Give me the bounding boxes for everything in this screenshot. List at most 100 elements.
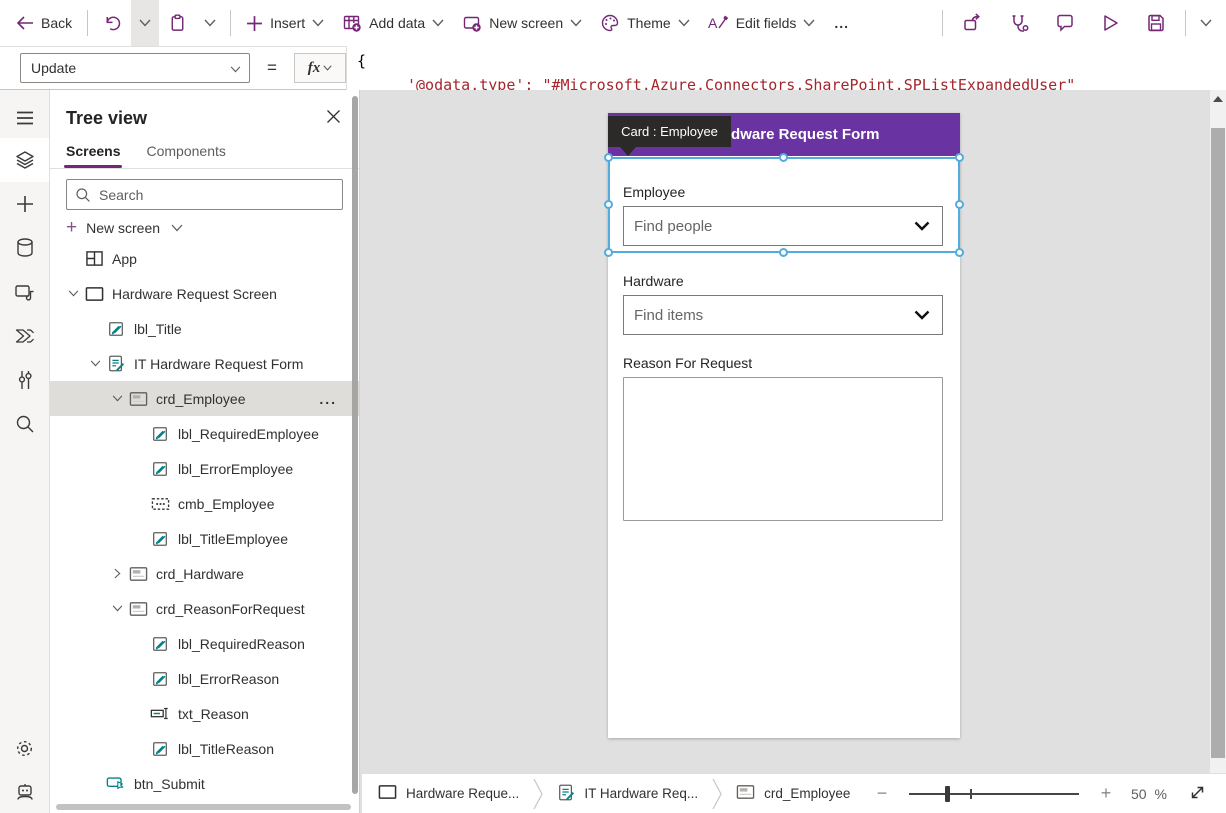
- tree-item-label: crd_Hardware: [156, 566, 244, 582]
- theme-button[interactable]: Theme: [591, 0, 699, 46]
- new-screen-tree-label: New screen: [86, 220, 160, 236]
- media-icon[interactable]: [0, 270, 49, 314]
- app-checker-icon: [1009, 13, 1029, 34]
- back-arrow-icon: [16, 16, 34, 30]
- chevron-down-icon[interactable]: [106, 395, 128, 402]
- zoom-value: 50: [1131, 786, 1147, 802]
- preview-button[interactable]: [1088, 0, 1133, 46]
- back-button[interactable]: Back: [0, 0, 81, 46]
- tree-item[interactable]: lbl_ErrorReason: [50, 661, 359, 696]
- fx-label: fx: [308, 60, 321, 77]
- paste-dropdown-button[interactable]: [196, 0, 224, 46]
- chevron-down-icon: [312, 19, 324, 27]
- tree-item[interactable]: lbl_RequiredReason: [50, 626, 359, 661]
- insert-rail-icon[interactable]: [0, 182, 49, 226]
- tree-item-label: lbl_Title: [134, 321, 182, 337]
- tree-item[interactable]: lbl_Title: [50, 311, 359, 346]
- toolbar-divider: [1185, 10, 1186, 36]
- zoom-slider-thumb[interactable]: [945, 786, 950, 802]
- add-data-button[interactable]: Add data: [333, 0, 453, 46]
- hardware-combobox[interactable]: Find items: [623, 295, 943, 335]
- share-button[interactable]: [949, 0, 996, 46]
- chevron-down-icon: [432, 19, 444, 27]
- tree-item[interactable]: App: [50, 241, 359, 276]
- toolbar-right-group: [936, 0, 1226, 46]
- tree-item[interactable]: lbl_TitleReason: [50, 731, 359, 766]
- tree-item-menu-button[interactable]: ...: [319, 391, 337, 407]
- virtual-agent-icon[interactable]: [0, 770, 49, 813]
- fit-to-window-button[interactable]: [1183, 784, 1212, 804]
- form-icon: [557, 783, 575, 805]
- tree-view-icon[interactable]: [0, 138, 49, 182]
- tree-item[interactable]: crd_Hardware: [50, 556, 359, 591]
- breadcrumb-form[interactable]: IT Hardware Req...: [543, 783, 712, 805]
- tree-vertical-scrollbar[interactable]: [352, 96, 358, 794]
- canvas-vertical-scrollbar[interactable]: [1210, 90, 1226, 773]
- tree-item[interactable]: Hardware Request Screen: [50, 276, 359, 311]
- data-icon[interactable]: [0, 226, 49, 270]
- chevron-down-icon: [570, 19, 582, 27]
- paste-button[interactable]: [159, 0, 196, 46]
- collapse-ribbon-button[interactable]: [1192, 0, 1226, 46]
- form-icon: [106, 354, 126, 374]
- new-screen-icon: [462, 13, 482, 33]
- tab-components[interactable]: Components: [146, 143, 225, 168]
- tree-item-label: lbl_RequiredEmployee: [178, 426, 319, 442]
- search-rail-icon[interactable]: [0, 402, 49, 446]
- employee-combobox[interactable]: Find people: [623, 206, 943, 246]
- comments-icon: [1055, 13, 1075, 33]
- tree-item[interactable]: cmb_Employee: [50, 486, 359, 521]
- form-control[interactable]: IT Hardware Request Form Employee Find p…: [608, 113, 960, 738]
- employee-combobox-placeholder: Find people: [634, 218, 712, 235]
- tree-item[interactable]: IT Hardware Request Form: [50, 346, 359, 381]
- tree-item[interactable]: txt_Reason: [50, 696, 359, 731]
- breadcrumb-card[interactable]: crd_Employee: [722, 784, 864, 803]
- zoom-in-button[interactable]: +: [1091, 783, 1121, 804]
- breadcrumb-screen[interactable]: Hardware Reque...: [362, 784, 533, 803]
- tree-item[interactable]: lbl_TitleEmployee: [50, 521, 359, 556]
- edit-fields-button[interactable]: A Edit fields: [699, 0, 825, 46]
- new-screen-button[interactable]: New screen: [453, 0, 591, 46]
- button-icon: [106, 774, 126, 794]
- tree-item[interactable]: btn_Submit: [50, 766, 359, 801]
- share-icon: [962, 13, 983, 33]
- formula-editor[interactable]: { '@odata.type': "#Microsoft.Azure.Conne…: [346, 46, 1226, 90]
- tree-item-label: Hardware Request Screen: [112, 286, 277, 302]
- tree-item[interactable]: lbl_RequiredEmployee: [50, 416, 359, 451]
- menu-icon[interactable]: [0, 96, 49, 140]
- undo-dropdown-button[interactable]: [131, 0, 159, 46]
- chevron-right-icon[interactable]: [106, 568, 128, 579]
- canvas-scrollbar-thumb[interactable]: [1211, 128, 1225, 758]
- insert-plus-icon: [246, 15, 263, 32]
- tab-screens[interactable]: Screens: [66, 143, 120, 168]
- search-input[interactable]: [99, 187, 334, 203]
- new-screen-tree-button[interactable]: + New screen: [66, 218, 359, 237]
- close-icon[interactable]: [326, 109, 341, 129]
- tree-item-label: App: [112, 251, 137, 267]
- tree-item[interactable]: crd_ReasonForRequest: [50, 591, 359, 626]
- save-button[interactable]: [1133, 0, 1179, 46]
- comments-button[interactable]: [1042, 0, 1088, 46]
- chevron-down-icon[interactable]: [106, 605, 128, 612]
- tree-item[interactable]: crd_Employee...: [50, 381, 359, 416]
- scroll-up-arrow-icon[interactable]: [1213, 96, 1223, 102]
- tree-horizontal-scrollbar[interactable]: [56, 804, 351, 810]
- property-dropdown[interactable]: Update: [20, 53, 250, 83]
- chevron-down-icon[interactable]: [62, 290, 84, 297]
- tree-item[interactable]: lbl_ErrorEmployee: [50, 451, 359, 486]
- power-automate-icon[interactable]: [0, 314, 49, 358]
- undo-button[interactable]: [94, 0, 131, 46]
- settings-gear-icon[interactable]: [0, 726, 49, 770]
- zoom-slider[interactable]: [909, 785, 1079, 803]
- reason-textarea[interactable]: [623, 377, 943, 521]
- insert-button[interactable]: Insert: [237, 0, 333, 46]
- app-checker-button[interactable]: [996, 0, 1042, 46]
- chevron-down-icon: [914, 310, 930, 320]
- label-icon: [150, 669, 170, 689]
- variables-icon[interactable]: [0, 358, 49, 402]
- toolbar-overflow-button[interactable]: ...: [824, 0, 859, 46]
- fx-dropdown[interactable]: fx: [294, 53, 346, 83]
- zoom-out-button[interactable]: −: [867, 783, 897, 804]
- chevron-down-icon[interactable]: [84, 360, 106, 367]
- breadcrumb-label: IT Hardware Req...: [584, 786, 698, 801]
